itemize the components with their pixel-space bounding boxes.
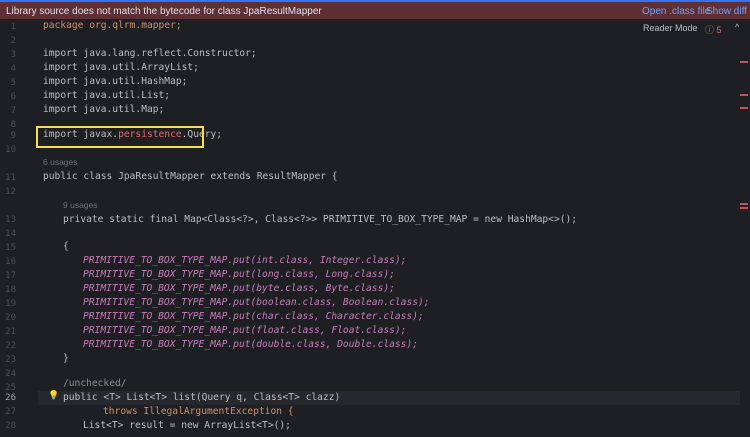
code-line-method-decl: public <T> List<T> list(Query q, Class<T…: [63, 392, 341, 403]
line-number: 28: [5, 421, 16, 431]
error-marker[interactable]: [740, 107, 748, 109]
line-number: 1: [10, 22, 16, 32]
code-line: List<T> result = new ArrayList<T>();: [83, 420, 291, 431]
code-editor[interactable]: 1 2 3 4 5 6 7 8 9 10 11 12 13 14 15 16 1…: [0, 19, 750, 437]
code-line: import java.lang.reflect.Constructor;: [43, 48, 257, 59]
error-count-badge[interactable]: ⓘ 5: [705, 23, 722, 36]
line-number-gutter[interactable]: 1 2 3 4 5 6 7 8 9 10 11 12 13 14 15 16 1…: [0, 19, 38, 437]
line-number: 12: [5, 187, 16, 197]
code-line-class-decl: public class JpaResultMapper extends Res…: [43, 171, 338, 182]
line-number: 9: [10, 131, 16, 141]
code-line: PRIMITIVE_TO_BOX_TYPE_MAP.put(boolean.cl…: [83, 297, 430, 308]
line-number: 15: [5, 243, 16, 253]
code-area[interactable]: package org.qlrm.mapper; import java.lan…: [43, 19, 730, 437]
line-number: 4: [10, 64, 16, 74]
code-line: PRIMITIVE_TO_BOX_TYPE_MAP.put(double.cla…: [83, 339, 419, 350]
line-number: 20: [5, 313, 16, 323]
chevron-up-icon[interactable]: ^: [735, 22, 739, 32]
line-number: 25: [5, 383, 16, 393]
error-marker[interactable]: [740, 61, 748, 63]
error-marker[interactable]: [740, 94, 748, 96]
line-number: 13: [5, 215, 16, 225]
line-number: 2: [10, 36, 16, 46]
code-line: PRIMITIVE_TO_BOX_TYPE_MAP.put(char.class…: [83, 311, 424, 322]
line-number: 14: [5, 229, 16, 239]
library-mismatch-banner: Library source does not match the byteco…: [0, 0, 750, 19]
line-number: 18: [5, 285, 16, 295]
line-number: 23: [5, 355, 16, 365]
line-number: 22: [5, 341, 16, 351]
code-line: PRIMITIVE_TO_BOX_TYPE_MAP.put(long.class…: [83, 269, 395, 280]
editor-scrollbar[interactable]: [740, 19, 750, 437]
code-line: PRIMITIVE_TO_BOX_TYPE_MAP.put(byte.class…: [83, 283, 395, 294]
code-line: PRIMITIVE_TO_BOX_TYPE_MAP.put(float.clas…: [83, 325, 407, 336]
line-number: 19: [5, 299, 16, 309]
line-number: 16: [5, 257, 16, 267]
code-line: PRIMITIVE_TO_BOX_TYPE_MAP.put(int.class,…: [83, 255, 407, 266]
line-number: 6: [10, 92, 16, 102]
lightbulb-icon[interactable]: 💡: [48, 391, 59, 401]
import-highlight-box: [36, 126, 204, 148]
line-number: 26: [5, 393, 16, 403]
usages-hint[interactable]: 9 usages: [63, 200, 98, 210]
line-number: 10: [5, 145, 16, 155]
code-line: import java.util.ArrayList;: [43, 62, 199, 73]
error-marker[interactable]: [740, 207, 748, 209]
code-line: }: [63, 353, 69, 364]
usages-hint[interactable]: 6 usages: [43, 157, 78, 167]
line-number: 21: [5, 327, 16, 337]
line-number: 8: [10, 120, 16, 130]
line-number: 3: [10, 50, 16, 60]
code-line: import java.util.List;: [43, 90, 171, 101]
code-line: {: [63, 241, 69, 252]
line-number: 27: [5, 407, 16, 417]
reader-mode-toggle[interactable]: Reader Mode: [643, 23, 698, 33]
code-line: import java.util.Map;: [43, 104, 165, 115]
line-number: 7: [10, 106, 16, 116]
line-number: 5: [10, 78, 16, 88]
line-number: 24: [5, 369, 16, 379]
error-marker[interactable]: [740, 203, 748, 205]
code-line-field: private static final Map<Class<?>, Class…: [63, 214, 578, 225]
code-line-annotation: /unchecked/: [63, 378, 127, 389]
code-line: throws IllegalArgumentException {: [103, 406, 294, 417]
line-number: 11: [5, 173, 16, 183]
line-number: 17: [5, 271, 16, 281]
code-line: package org.qlrm.mapper;: [43, 20, 182, 31]
code-line: import java.util.HashMap;: [43, 76, 188, 87]
